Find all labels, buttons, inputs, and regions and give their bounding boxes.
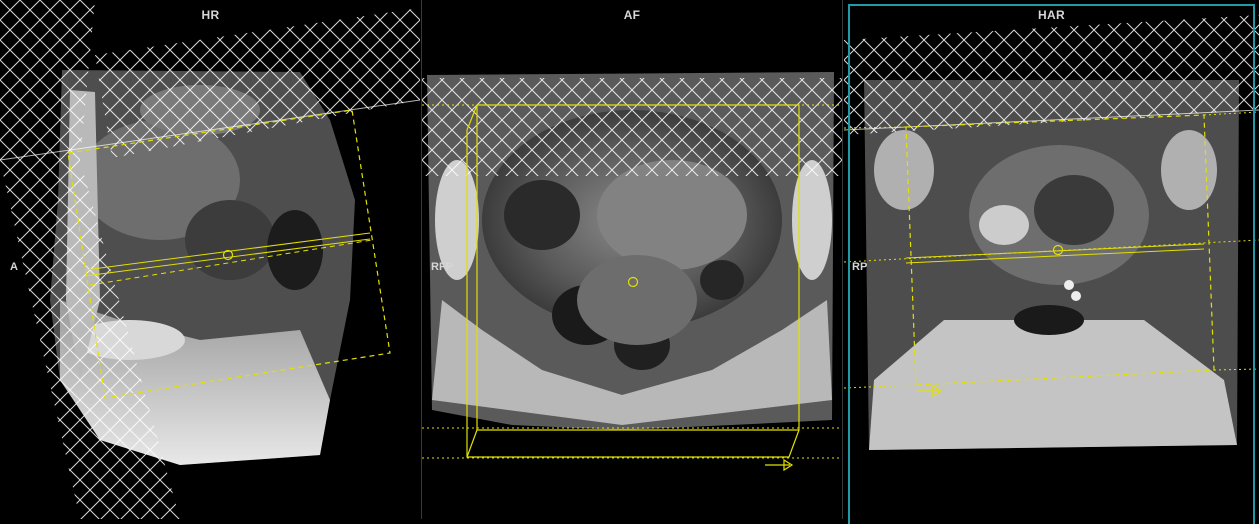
coronal-image (844, 15, 1259, 450)
viewport-title: HR (201, 8, 220, 22)
viewport-sagittal[interactable]: HR A (0, 0, 421, 519)
orientation-label-left: RP (852, 261, 868, 273)
saturation-band[interactable] (0, 0, 95, 160)
orientation-label-left: RFP (431, 261, 453, 273)
viewport-coronal[interactable]: HAR RP (844, 0, 1259, 519)
phase-direction-arrow-icon (765, 458, 794, 472)
sagittal-image (0, 0, 421, 519)
orientation-label-left: A (10, 261, 18, 273)
viewport-title: HAR (1038, 8, 1065, 22)
axial-image (422, 72, 842, 472)
viewport-title: AF (623, 8, 641, 22)
viewport-axial[interactable]: AF RFP (422, 0, 842, 519)
saturation-band[interactable] (422, 78, 842, 176)
viewport-divider[interactable] (842, 0, 843, 519)
